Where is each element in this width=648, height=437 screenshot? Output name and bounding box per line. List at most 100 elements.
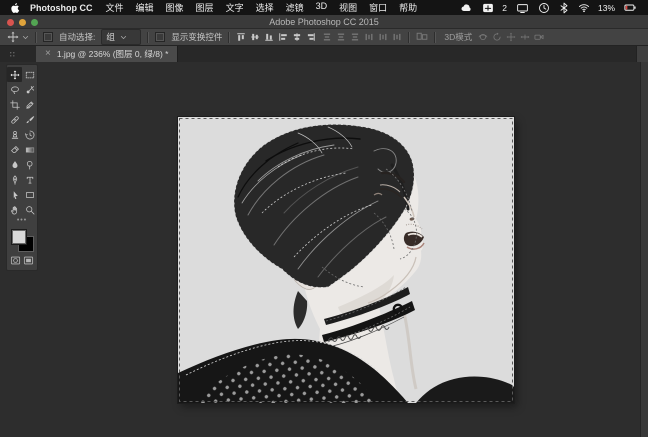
menu-status-icons: 2 13% [459, 2, 638, 14]
menu-item-选择[interactable]: 选择 [256, 1, 274, 14]
shape-tool[interactable] [22, 187, 37, 202]
type-tool[interactable] [22, 172, 37, 187]
menu-item-文件[interactable]: 文件 [106, 1, 124, 14]
distribute-bottom-button[interactable] [350, 32, 360, 42]
app-menu[interactable]: Photoshop CC [30, 3, 93, 13]
distribute-hcenter-button[interactable] [378, 32, 388, 42]
align-right-button[interactable] [306, 32, 316, 42]
battery-percent: 13% [598, 3, 615, 13]
auto-select-label: 自动选择: [59, 31, 95, 43]
distribute-vcenter-button[interactable] [336, 32, 346, 42]
separator [35, 32, 37, 43]
align-bottom-button[interactable] [264, 32, 274, 42]
align-vcenter-button[interactable] [250, 32, 260, 42]
workspace: ••• [0, 62, 648, 437]
menu-item-视图[interactable]: 视图 [339, 1, 357, 14]
chevron-down-icon [120, 34, 127, 41]
foreground-color-swatch[interactable] [11, 229, 27, 245]
active-tool-icon[interactable] [7, 31, 19, 43]
window-title: Adobe Photoshop CC 2015 [0, 17, 648, 27]
distribute-right-button[interactable] [392, 32, 402, 42]
menu-item-编辑[interactable]: 编辑 [136, 1, 154, 14]
show-transform-checkbox[interactable] [155, 32, 165, 42]
apple-menu[interactable] [10, 2, 21, 14]
3d-orbit-button[interactable] [478, 32, 488, 42]
auto-select-dropdown[interactable]: 组 [101, 29, 141, 45]
collapsed-panel-dock[interactable] [640, 62, 648, 437]
macos-menu-bar: Photoshop CC 文件编辑图像图层文字选择滤镜 3D 视图窗口帮助 2 13… [0, 0, 648, 15]
quick-selection-tool[interactable] [22, 82, 37, 97]
menu-item-图像[interactable]: 图像 [166, 1, 184, 14]
wifi-icon[interactable] [578, 2, 590, 14]
eyedropper-tool[interactable] [22, 97, 37, 112]
align-left-button[interactable] [278, 32, 288, 42]
3d-camera-button[interactable] [534, 32, 544, 42]
color-swatches [11, 229, 34, 252]
menu-item-帮助[interactable]: 帮助 [399, 1, 417, 14]
3d-slide-button[interactable] [520, 32, 530, 42]
quick-mask-button[interactable] [10, 255, 21, 266]
tools-panel: ••• [6, 64, 38, 271]
clone-stamp-tool[interactable] [7, 127, 22, 142]
3d-roll-button[interactable] [492, 32, 502, 42]
menu-item-3D[interactable]: 3D [316, 1, 328, 14]
chevron-down-icon[interactable] [22, 34, 29, 41]
separator [228, 32, 230, 43]
canvas-image[interactable] [178, 117, 514, 403]
menu-item-滤镜[interactable]: 滤镜 [286, 1, 304, 14]
screen-mode-button[interactable] [23, 255, 34, 266]
path-selection-tool[interactable] [7, 187, 22, 202]
healing-brush-tool[interactable] [7, 112, 22, 127]
toolbar-bottom-buttons [7, 255, 37, 266]
hand-tool[interactable] [7, 202, 22, 217]
brush-tool[interactable] [22, 112, 37, 127]
pen-tool[interactable] [7, 172, 22, 187]
align-buttons [236, 32, 316, 42]
input-badge-count: 2 [502, 3, 507, 13]
close-tab-icon[interactable]: × [45, 49, 51, 59]
distribute-top-button[interactable] [322, 32, 332, 42]
portrait-artwork [178, 117, 514, 403]
tool-options-bar: 自动选择: 组 显示变换控件 3D模式 [0, 29, 648, 46]
history-brush-tool[interactable] [22, 127, 37, 142]
display-icon[interactable] [515, 2, 530, 14]
gradient-tool[interactable] [22, 142, 37, 157]
align-hcenter-button[interactable] [292, 32, 302, 42]
photoshop-window: Photoshop CC 文件编辑图像图层文字选择滤镜 3D 视图窗口帮助 2 13… [0, 0, 648, 437]
clock-icon[interactable] [538, 2, 550, 14]
document-tab[interactable]: × 1.jpg @ 236% (图层 0, 绿/8) * [36, 46, 178, 62]
align-top-button[interactable] [236, 32, 246, 42]
blur-tool[interactable] [7, 157, 22, 172]
menu-item-窗口[interactable]: 窗口 [369, 1, 387, 14]
edit-toolbar-ellipsis[interactable]: ••• [7, 217, 37, 225]
distribute-left-button[interactable] [364, 32, 374, 42]
eraser-tool[interactable] [7, 142, 22, 157]
show-transform-label: 显示变换控件 [171, 31, 222, 43]
document-tab-bar: × 1.jpg @ 236% (图层 0, 绿/8) * [0, 46, 648, 62]
menu-item-文字[interactable]: 文字 [226, 1, 244, 14]
auto-align-layers-button[interactable] [416, 31, 428, 43]
lasso-tool[interactable] [7, 82, 22, 97]
move-tool[interactable] [7, 67, 22, 82]
document-tab-title: 1.jpg @ 236% (图层 0, 绿/8) * [57, 48, 169, 60]
separator [408, 32, 410, 43]
bluetooth-icon[interactable] [558, 2, 570, 14]
zoom-tool[interactable] [22, 202, 37, 217]
cloud-icon[interactable] [459, 2, 474, 14]
input-source-icon[interactable] [482, 2, 494, 14]
3d-pan-button[interactable] [506, 32, 516, 42]
separator [147, 32, 149, 43]
tools-grid [7, 67, 37, 217]
separator [434, 32, 436, 43]
marquee-tool[interactable] [22, 67, 37, 82]
panel-grip-icon [9, 51, 16, 58]
window-title-bar: Adobe Photoshop CC 2015 [0, 15, 648, 29]
toolbar-dock-header[interactable] [0, 46, 36, 62]
dodge-tool[interactable] [22, 157, 37, 172]
distribute-buttons [322, 32, 402, 42]
menu-items: 文件编辑图像图层文字选择滤镜 3D 视图窗口帮助 [106, 1, 418, 14]
auto-select-checkbox[interactable] [43, 32, 53, 42]
auto-select-value: 组 [106, 31, 115, 43]
crop-tool[interactable] [7, 97, 22, 112]
menu-item-图层[interactable]: 图层 [196, 1, 214, 14]
